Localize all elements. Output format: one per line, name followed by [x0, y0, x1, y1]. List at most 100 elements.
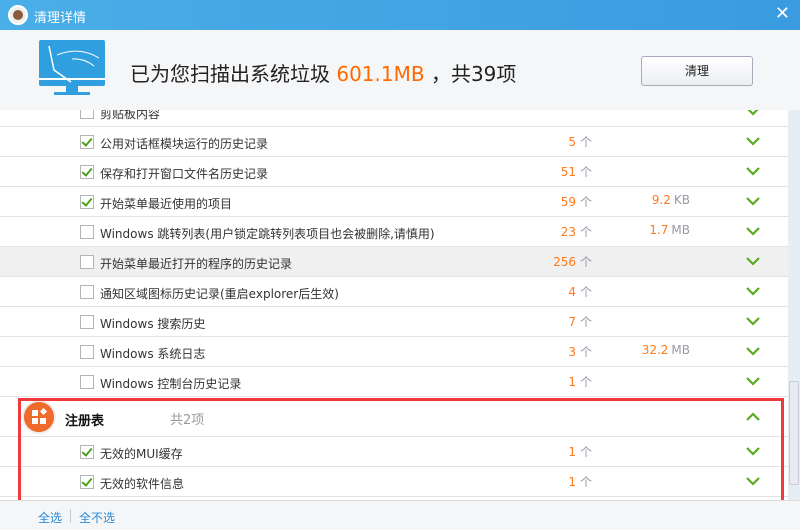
count-value: 3	[568, 345, 576, 359]
scrollbar[interactable]	[788, 110, 800, 500]
item-count	[588, 110, 592, 117]
count-value: 23	[560, 225, 576, 239]
item-count: 256 个	[553, 253, 592, 270]
item-count: 7个	[568, 313, 592, 330]
item-checkbox[interactable]	[80, 475, 94, 489]
chevron-down-icon[interactable]	[745, 373, 761, 389]
list-item[interactable]: 无效的软件信息 1个	[0, 467, 788, 497]
list-item[interactable]: 开始菜单最近使用的项目 59 个 9.2 KB	[0, 187, 788, 217]
group-header-registry[interactable]: 注册表 共2项	[0, 397, 788, 437]
list-item[interactable]: 无效的MUI缓存 1个	[0, 437, 788, 467]
summary-prefix: 已为您扫描出系统垃圾	[130, 62, 330, 86]
chevron-down-icon[interactable]	[745, 343, 761, 359]
count-value: 5	[568, 135, 576, 149]
item-label: Windows 系统日志	[100, 347, 206, 361]
count-unit: 个	[579, 255, 592, 269]
item-checkbox[interactable]	[80, 375, 94, 389]
title-bar: 清理详情 ✕	[0, 0, 800, 30]
item-checkbox[interactable]	[80, 195, 94, 209]
divider	[70, 509, 71, 523]
chevron-down-icon[interactable]	[745, 193, 761, 209]
item-count: 5个	[568, 133, 592, 150]
item-size	[687, 283, 690, 297]
count-unit: 个	[579, 135, 592, 149]
item-size	[687, 163, 690, 177]
count-unit: 个	[579, 195, 592, 209]
scrollbar-thumb[interactable]	[789, 381, 799, 485]
item-label: 通知区域图标历史记录(重启explorer后生效)	[100, 287, 339, 301]
chevron-down-icon[interactable]	[745, 163, 761, 179]
item-size	[687, 443, 690, 457]
item-count: 1个	[568, 473, 592, 490]
item-label: 开始菜单最近使用的项目	[100, 197, 233, 211]
item-checkbox[interactable]	[80, 165, 94, 179]
size-unit: KB	[673, 193, 690, 207]
count-unit: 个	[579, 165, 592, 179]
list-item[interactable]: 剪贴板内容	[0, 110, 788, 127]
item-count: 51 个	[561, 163, 592, 180]
group-count: 共2项	[170, 413, 205, 428]
count-unit: 个	[579, 315, 592, 329]
item-label: Windows 跳转列表(用户锁定跳转列表项目也会被删除,请慎用)	[100, 227, 435, 241]
app-logo-icon	[8, 5, 28, 25]
list-item[interactable]: 通知区域图标历史记录(重启explorer后生效) 4个	[0, 277, 788, 307]
item-checkbox[interactable]	[80, 225, 94, 239]
chevron-down-icon[interactable]	[745, 313, 761, 329]
list-item[interactable]: Windows 搜索历史 7个	[0, 307, 788, 337]
list-item[interactable]: 公用对话框模块运行的历史记录 5个	[0, 127, 788, 157]
list-item[interactable]: Windows 跳转列表(用户锁定跳转列表项目也会被删除,请慎用) 23 个 1.…	[0, 217, 788, 247]
item-label: 剪贴板内容	[100, 110, 161, 121]
count-unit: 个	[579, 225, 592, 239]
item-list: 注册表 共2项 剪贴板内容 公用对话框模块运行的历史记录 5个 保存和打开窗口文…	[0, 110, 788, 500]
item-checkbox[interactable]	[80, 445, 94, 459]
item-checkbox[interactable]	[80, 315, 94, 329]
item-count: 23 个	[561, 223, 592, 240]
chevron-down-icon[interactable]	[745, 473, 761, 489]
list-item[interactable]: Windows 系统日志 3个 32.2 MB	[0, 337, 788, 367]
item-checkbox[interactable]	[80, 135, 94, 149]
item-label: 开始菜单最近打开的程序的历史记录	[100, 257, 293, 271]
list-item[interactable]: 开始菜单最近打开的程序的历史记录 256 个	[0, 247, 788, 277]
item-checkbox[interactable]	[80, 285, 94, 299]
item-size	[687, 373, 690, 387]
item-checkbox[interactable]	[80, 345, 94, 359]
size-unit: MB	[671, 223, 690, 237]
clean-button[interactable]: 清理	[641, 56, 753, 86]
item-label: Windows 控制台历史记录	[100, 377, 242, 391]
group-name: 注册表	[65, 414, 105, 429]
list-item[interactable]: 保存和打开窗口文件名历史记录 51 个	[0, 157, 788, 187]
count-unit: 个	[579, 285, 592, 299]
scan-summary: 已为您扫描出系统垃圾 601.1MB ，共39项	[130, 58, 516, 87]
select-all-link[interactable]: 全选	[38, 509, 62, 526]
item-checkbox[interactable]	[80, 110, 94, 119]
item-size	[687, 313, 690, 327]
item-count: 59 个	[561, 193, 592, 210]
chevron-down-icon[interactable]	[745, 283, 761, 299]
list-item[interactable]: Windows 控制台历史记录 1个	[0, 367, 788, 397]
chevron-up-icon[interactable]	[745, 409, 761, 425]
item-count: 1个	[568, 373, 592, 390]
chevron-down-icon[interactable]	[745, 443, 761, 459]
select-none-link[interactable]: 全不选	[79, 509, 115, 526]
count-unit: 个	[579, 345, 592, 359]
item-size	[687, 110, 690, 117]
chevron-down-icon[interactable]	[745, 223, 761, 239]
size-unit: MB	[671, 343, 690, 357]
count-unit: 个	[579, 475, 592, 489]
item-checkbox[interactable]	[80, 255, 94, 269]
item-count: 4个	[568, 283, 592, 300]
item-size: 1.7 MB	[649, 223, 690, 237]
chevron-down-icon[interactable]	[745, 253, 761, 269]
count-value: 4	[568, 285, 576, 299]
count-value: 59	[560, 195, 576, 209]
registry-icon	[24, 402, 54, 432]
item-size	[687, 253, 690, 267]
chevron-down-icon[interactable]	[745, 133, 761, 149]
item-label: 保存和打开窗口文件名历史记录	[100, 167, 269, 181]
count-value: 1	[568, 445, 576, 459]
count-value: 7	[568, 315, 576, 329]
chevron-down-icon[interactable]	[745, 110, 761, 119]
close-icon[interactable]: ✕	[775, 3, 790, 24]
item-label: 无效的软件信息	[100, 477, 185, 491]
size-value: 1.7	[649, 223, 669, 237]
